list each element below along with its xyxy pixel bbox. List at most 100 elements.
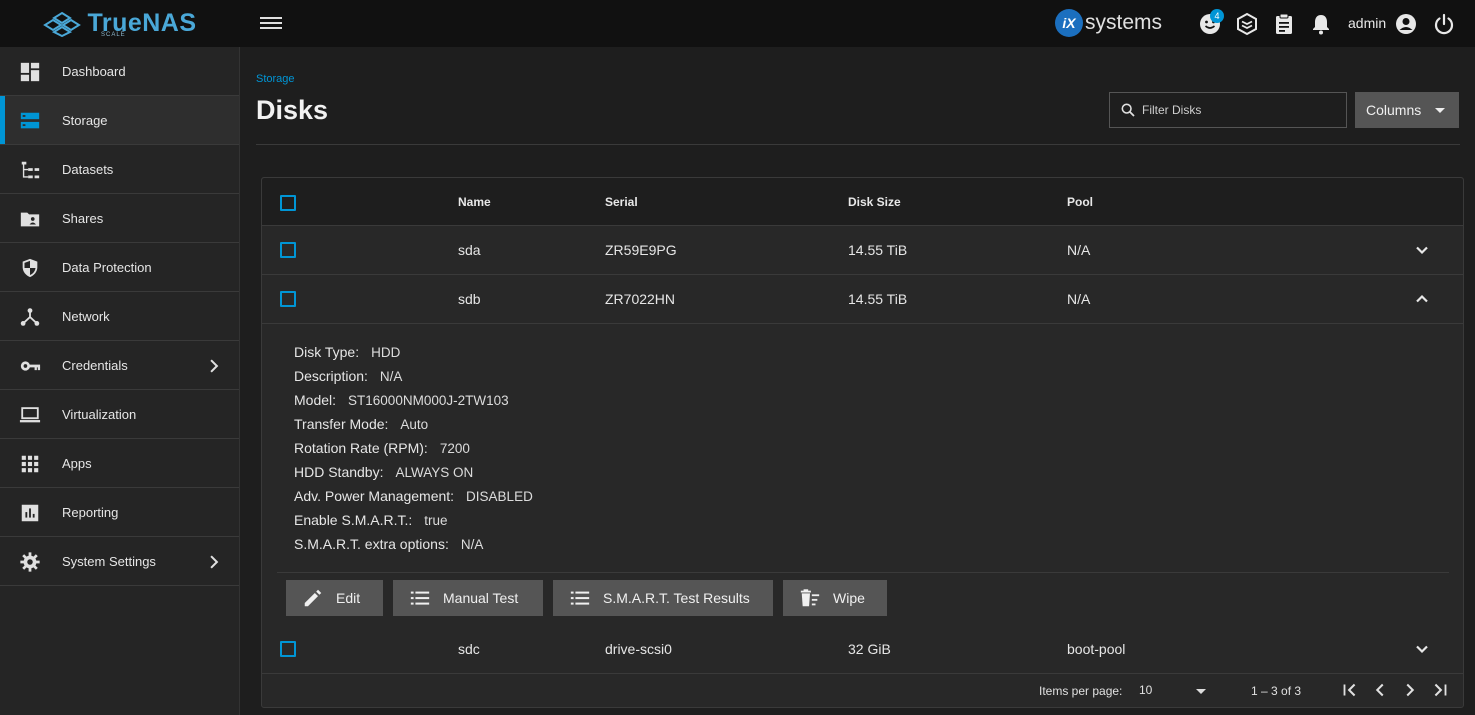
wipe-button[interactable]: Wipe — [783, 580, 887, 616]
power-icon[interactable] — [1432, 12, 1456, 36]
ixsystems-mark: iX — [1055, 9, 1083, 37]
shield-icon — [22, 258, 38, 278]
ixsystems-logo[interactable]: iX systems — [1055, 9, 1162, 37]
pencil-icon — [304, 589, 322, 607]
detail-label: HDD Standby: — [294, 464, 384, 480]
truecommand-icon[interactable] — [1235, 12, 1259, 36]
detail-label: Disk Type: — [294, 344, 360, 360]
ixsystems-text: systems — [1085, 11, 1163, 34]
page-title: Disks — [256, 95, 329, 125]
sidebar-item-label: Data Protection — [62, 259, 152, 275]
sidebar-item-reporting[interactable]: Reporting — [0, 488, 239, 537]
delete-sweep-icon — [800, 589, 820, 607]
detail-label: Model: — [294, 392, 337, 408]
chevron-down-icon[interactable] — [1412, 639, 1432, 659]
shares-folder-icon — [20, 212, 40, 227]
disk-pool: boot-pool — [1067, 641, 1126, 657]
top-bar: TrueNAS SCALE iX systems 4 admin — [0, 0, 1475, 47]
items-per-page-label: Items per page: — [1039, 684, 1123, 698]
first-page-icon[interactable] — [1339, 679, 1361, 701]
account-circle-icon[interactable] — [1394, 12, 1418, 36]
detail-enable-smart: Enable S.M.A.R.T.: true — [294, 512, 448, 528]
breadcrumb-storage[interactable]: Storage — [256, 73, 295, 85]
disk-detail-panel: Disk Type: HDD Description: N/A Model: ST16… — [262, 324, 1463, 624]
jobs-clipboard-icon[interactable] — [1272, 12, 1296, 36]
items-per-page-select[interactable]: 10 — [1139, 682, 1231, 700]
edit-button[interactable]: Edit — [286, 580, 383, 616]
truenas-logo-icon — [43, 11, 82, 37]
list-icon — [410, 591, 430, 605]
sidebar-item-storage[interactable]: Storage — [0, 96, 239, 145]
sidebar-item-data-protection[interactable]: Data Protection — [0, 243, 239, 292]
detail-value: 7200 — [439, 441, 470, 456]
detail-power-management: Adv. Power Management: DISABLED — [294, 488, 533, 504]
sidebar-item-shares[interactable]: Shares — [0, 194, 239, 243]
column-header-serial[interactable]: Serial — [605, 195, 638, 209]
sidebar-item-label: Credentials — [62, 357, 128, 373]
reporting-chart-icon — [21, 504, 39, 522]
last-page-icon[interactable] — [1429, 679, 1451, 701]
menu-toggle-button[interactable] — [260, 14, 282, 34]
table-row[interactable]: sdc drive-scsi0 32 GiB boot-pool — [262, 625, 1463, 674]
next-page-icon[interactable] — [1399, 679, 1421, 701]
list-icon — [570, 591, 590, 605]
sidebar-item-dashboard[interactable]: Dashboard — [0, 47, 239, 96]
detail-value: N/A — [460, 537, 484, 552]
dashboard-icon — [20, 62, 40, 82]
table-row[interactable]: sda ZR59E9PG 14.55 TiB N/A — [262, 226, 1463, 275]
manual-test-button[interactable]: Manual Test — [393, 580, 543, 616]
column-header-disk-size[interactable]: Disk Size — [848, 195, 901, 209]
sidebar-item-network[interactable]: Network — [0, 292, 239, 341]
detail-value: Auto — [400, 417, 429, 432]
column-header-name[interactable]: Name — [458, 195, 491, 209]
sidebar-item-virtualization[interactable]: Virtualization — [0, 390, 239, 439]
chevron-up-icon[interactable] — [1412, 289, 1432, 309]
sidebar-item-apps[interactable]: Apps — [0, 439, 239, 488]
table-header: Name Serial Disk Size Pool — [262, 178, 1463, 226]
disk-name: sdc — [458, 641, 480, 657]
sidebar-item-credentials[interactable]: Credentials — [0, 341, 239, 390]
disk-pool: N/A — [1067, 291, 1091, 307]
sidebar-item-label: Reporting — [62, 504, 119, 520]
key-icon — [20, 361, 41, 371]
detail-value: ST16000NM000J-2TW103 — [348, 393, 509, 408]
row-checkbox[interactable] — [280, 291, 296, 307]
sidebar-item-system-settings[interactable]: System Settings — [0, 537, 239, 586]
detail-model: Model: ST16000NM000J-2TW103 — [294, 392, 509, 408]
sidebar-item-label: Storage — [62, 112, 108, 128]
header-divider — [256, 144, 1460, 145]
row-checkbox[interactable] — [280, 641, 296, 657]
datasets-icon — [21, 161, 40, 179]
detail-smart-options: S.M.A.R.T. extra options: N/A — [294, 536, 483, 552]
items-per-page-value: 10 — [1139, 683, 1153, 697]
columns-button[interactable]: Columns — [1355, 92, 1459, 128]
sidebar-item-label: Virtualization — [62, 406, 137, 422]
chevron-right-icon — [210, 555, 219, 569]
detail-description: Description: N/A — [294, 368, 402, 384]
select-all-checkbox[interactable] — [280, 195, 296, 211]
disk-size: 14.55 TiB — [848, 242, 908, 258]
smart-test-results-button[interactable]: S.M.A.R.T. Test Results — [553, 580, 773, 616]
chevron-right-icon — [210, 359, 219, 373]
user-name[interactable]: admin — [1348, 15, 1386, 31]
detail-value: ALWAYS ON — [395, 465, 474, 480]
manual-test-button-label: Manual Test — [443, 590, 519, 606]
disk-pool: N/A — [1067, 242, 1091, 258]
chevron-down-icon[interactable] — [1412, 240, 1432, 260]
filter-disks-input[interactable] — [1142, 103, 1342, 117]
truenas-logo[interactable]: TrueNAS — [0, 0, 240, 47]
filter-field — [1109, 92, 1347, 128]
table-row[interactable]: sdb ZR7022HN 14.55 TiB N/A — [262, 275, 1463, 324]
previous-page-icon[interactable] — [1369, 679, 1391, 701]
page-range-label: 1 – 3 of 3 — [1251, 684, 1302, 698]
sidebar-item-label: Dashboard — [62, 63, 126, 79]
column-header-pool[interactable]: Pool — [1067, 195, 1093, 209]
notifications-bell-icon[interactable] — [1309, 12, 1333, 36]
sidebar-item-datasets[interactable]: Datasets — [0, 145, 239, 194]
row-checkbox[interactable] — [280, 242, 296, 258]
detail-label: Adv. Power Management: — [294, 488, 455, 504]
detail-label: Description: — [294, 368, 368, 384]
apps-grid-icon — [21, 455, 39, 473]
laptop-icon — [19, 407, 41, 423]
disk-serial: drive-scsi0 — [605, 641, 672, 657]
